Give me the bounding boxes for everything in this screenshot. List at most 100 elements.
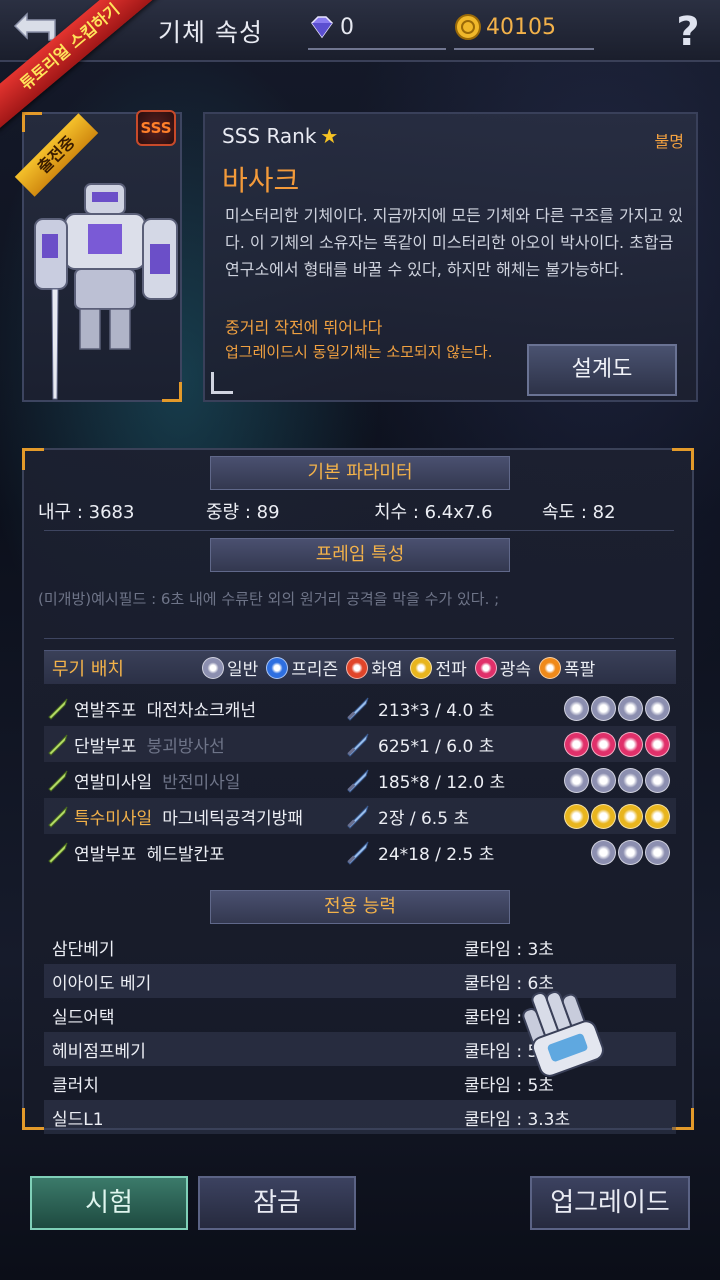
frame-trait-header: 프레임 특성 [210,538,510,572]
coin-icon [455,14,481,40]
sword-icon [347,697,369,721]
element-legend-item: 전파 [410,655,467,680]
weapon-element-slots [562,803,670,829]
skill-name: 실드L1 [52,1109,104,1130]
weapon-stat: 213*3 / 4.0 초 [344,694,494,722]
element-icon [346,656,369,679]
element-slot-icon [618,731,643,757]
weapon-name: 붕괴방사선 [146,736,225,757]
weapon-element-slots [562,731,670,757]
lock-button[interactable]: 잠금 [198,1176,356,1230]
element-slot-icon [591,803,616,829]
element-slot-icon [645,803,670,829]
beam-gun-icon [48,734,68,756]
frame-trait-text: (미개방)예시필드 : 6초 내에 수류탄 외의 원거리 공격을 막을 수가 있… [38,590,500,608]
weapon-element-slots [589,839,670,865]
element-icon [539,656,562,679]
weapon-loadout-title: 무기 배치 [52,658,124,680]
element-label: 광속 [499,660,532,680]
element-slot-icon [618,695,643,721]
skill-name: 이아이도 베기 [52,973,152,994]
element-slot-icon [564,803,589,829]
element-slot-icon [645,731,670,757]
weapon-row[interactable]: 단발부포 붕괴방사선 625*1 / 6.0 초 [44,726,676,762]
vulcan-icon [48,842,68,864]
element-label: 화염 [371,660,403,680]
weapon-stat: 625*1 / 6.0 초 [344,730,494,758]
mech-portrait [34,183,178,400]
weapon-row[interactable]: 연발주포 대전차쇼크캐넌 213*3 / 4.0 초 [44,690,676,726]
element-slot-icon [645,767,670,793]
help-button[interactable]: ? [668,10,708,54]
weapon-type: 연발주포 [74,700,137,721]
skill-name: 삼단베기 [52,939,115,960]
skill-cooldown: 쿨타임 : 3.3초 [464,1109,571,1130]
weapon-list: 연발주포 대전차쇼크캐넌 213*3 / 4.0 초단발부포 붕괴방사선 625*1 /… [44,690,676,880]
skill-cooldown: 쿨타임 : 3초 [464,939,554,960]
mech-feature-line: 중거리 작전에 뛰어나다 [225,318,383,337]
element-legend: 일반 프리즌 화염 전파 광속 폭팔 [202,655,603,680]
question-mark-icon: ? [676,9,700,55]
element-slot-icon [618,803,643,829]
double-cannon-icon [48,698,68,720]
element-label: 일반 [227,660,259,680]
weapon-element-slots [562,767,670,793]
element-icon [474,656,497,679]
weapon-type: 특수미사일 [74,808,153,829]
element-label: 전파 [435,660,467,680]
mech-name: 바사크 [222,164,300,197]
basic-params-header: 기본 파라미터 [210,456,510,490]
weapon-name: 헤드발칸포 [146,844,225,865]
sword-icon [347,841,369,865]
weapon-name: 대전차쇼크캐넌 [146,700,257,721]
star-icon: ★ [320,124,339,148]
element-slot-icon [564,695,589,721]
size-stat: 치수 : 6.4x7.6 [374,502,493,523]
weapon-row[interactable]: 특수미사일 마그네틱공격기방패 2장 / 6.5 초 [44,798,676,834]
weapon-name: 반전미사일 [162,772,241,793]
element-slot-icon [591,839,616,865]
element-slot-icon [618,839,643,865]
mech-card[interactable]: 출전중 SSS [14,110,182,402]
element-slot-icon [564,731,589,757]
coin-counter: 40105 [454,12,594,50]
special-missile-icon [48,806,68,828]
gem-icon [311,16,333,39]
element-icon [202,656,224,679]
mech-description: 미스터리한 기체이다. 지금까지에 모든 기체와 다른 구조를 가지고 있다. … [225,206,683,279]
element-slot-icon [591,695,616,721]
element-icon [266,656,289,679]
tutorial-hand-icon [522,990,604,1077]
weapon-type: 단발부포 [74,736,137,757]
element-legend-item: 광속 [474,655,532,680]
origin-label: 불명 [654,132,684,151]
weapon-row[interactable]: 연발미사일 반전미사일 185*8 / 12.0 초 [44,762,676,798]
skill-name: 클러치 [52,1075,99,1096]
weapon-type: 연발부포 [74,844,137,865]
blueprint-button[interactable]: 설계도 [527,344,677,396]
durability-stat: 내구 : 3683 [38,502,135,523]
upgrade-button[interactable]: 업그레이드 [530,1176,690,1230]
element-slot-icon [618,767,643,793]
coin-count: 40105 [486,14,556,40]
weapon-row[interactable]: 연발부포 헤드발칸포 24*18 / 2.5 초 [44,834,676,870]
weapon-name: 마그네틱공격기방패 [162,808,303,829]
sword-icon [347,733,369,757]
skill-name: 실드어택 [52,1007,115,1028]
test-button[interactable]: 시험 [30,1176,188,1230]
weapon-stat: 185*8 / 12.0 초 [344,766,505,794]
weapon-element-slots [562,695,670,721]
element-icon [410,656,433,679]
gem-counter: 0 [308,12,446,50]
mech-info-panel: SSS Rank ★ 불명 바사크 미스터리한 기체이다. 지금까지에 모든 기체… [203,112,698,402]
exclusive-abilities-header: 전용 능력 [210,890,510,924]
skill-row: 실드L1 쿨타임 : 3.3초 [44,1100,676,1134]
skill-name: 헤비점프베기 [52,1041,146,1062]
sword-icon [347,805,369,829]
rank-label: SSS Rank ★ [222,124,339,148]
element-label: 폭팔 [564,660,596,680]
element-slot-icon [564,767,589,793]
weapon-stat: 24*18 / 2.5 초 [344,838,494,866]
weight-stat: 중량 : 89 [206,502,280,523]
element-slot-icon [591,731,616,757]
